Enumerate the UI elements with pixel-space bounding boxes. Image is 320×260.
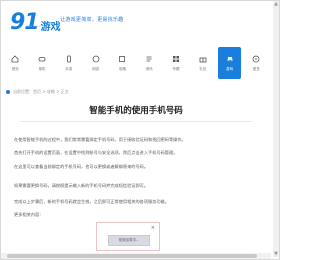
nav-item-home[interactable]: 首页 — [4, 47, 26, 79]
nav-item-single[interactable]: 单机 — [31, 47, 53, 79]
grid-icon — [172, 55, 180, 63]
nav-item-gift[interactable]: 礼包 — [192, 47, 214, 79]
nav-item-more[interactable]: 更多 — [245, 47, 267, 79]
video-popup[interactable]: × 视频加载中... — [96, 222, 160, 251]
nav-item-news[interactable]: 资讯 — [138, 47, 160, 79]
nav-item-topic[interactable]: 专题 — [165, 47, 187, 79]
more-icon — [252, 55, 260, 63]
site-slogan: 让游戏更简单，更易找乐趣 — [60, 17, 124, 23]
gift-icon — [199, 55, 207, 63]
nav-label: 礼包 — [199, 66, 207, 71]
article-paragraph: 在这里可以查看当前绑定的手机号码，也可以更换或者解绑原来的号码。 — [14, 164, 149, 169]
controller-icon — [226, 55, 234, 63]
nav-item-mobile[interactable]: 手游 — [58, 47, 80, 79]
main-nav: 首页 单机 手游 网游 攻略 资讯 专题 礼包 游戏 更多 — [4, 47, 272, 79]
logo-subtext: 91.com — [28, 24, 43, 28]
scroll-down-icon[interactable]: ▼ — [273, 251, 279, 257]
nav-label: 攻略 — [118, 66, 126, 71]
nav-label: 网游 — [92, 66, 100, 71]
home-icon — [11, 54, 19, 63]
gamepad-icon — [38, 55, 46, 63]
nav-item-game[interactable]: 游戏 — [218, 47, 241, 79]
breadcrumb-text: 当前位置：首页 > 攻略 > 正文 — [13, 89, 69, 94]
book-icon — [118, 55, 126, 63]
article-paragraph: 完成以上步骤后，新的手机号码就会生效，之后即可正常使用相关的各项服务功能。 — [14, 199, 169, 204]
video-placeholder[interactable]: 视频加载中... — [108, 235, 150, 246]
scroll-up-icon[interactable]: ▲ — [273, 1, 279, 7]
article-paragraph: 更多相关内容： — [14, 212, 44, 217]
nav-label: 首页 — [11, 66, 19, 71]
article-paragraph: 首先打开手机的设置页面，在设置中找到账号与安全选项，然后点击进入手机号码管理。 — [14, 150, 178, 155]
logo-text: 游戏 — [40, 22, 61, 33]
horizontal-scrollbar[interactable] — [1, 253, 271, 259]
browser-frame — [0, 0, 280, 260]
nav-label: 单机 — [38, 66, 46, 71]
site-logo[interactable]: 91 游戏 — [10, 12, 61, 34]
globe-icon — [92, 55, 100, 63]
title-divider — [20, 121, 252, 122]
nav-label: 更多 — [252, 66, 260, 71]
phone-icon — [65, 55, 73, 63]
vertical-scrollbar[interactable]: ▲ ▼ — [273, 1, 279, 257]
location-icon — [6, 90, 10, 94]
article-paragraph: 在使用智能手机的过程中，我们常常需要绑定手机号码，用于接收验证码和找回密码等操作… — [14, 137, 186, 142]
nav-label: 专题 — [172, 66, 180, 71]
scrollbar-thumb[interactable] — [7, 254, 257, 258]
article-title: 智能手机的使用手机号码 — [89, 106, 183, 116]
close-icon[interactable]: × — [151, 225, 155, 231]
video-label: 视频加载中... — [118, 238, 140, 242]
breadcrumb[interactable]: 当前位置：首页 > 攻略 > 正文 — [6, 89, 69, 95]
nav-label: 游戏 — [226, 66, 234, 71]
news-icon — [145, 55, 153, 63]
nav-item-online[interactable]: 网游 — [84, 47, 106, 79]
nav-label: 手游 — [65, 66, 73, 71]
nav-item-guide[interactable]: 攻略 — [111, 47, 133, 79]
article-paragraph: 如果需要更换号码，请按照提示输入新的手机号码并完成短信验证即可。 — [14, 183, 149, 188]
logo-mark: 91 — [10, 10, 40, 35]
nav-label: 资讯 — [145, 66, 153, 71]
